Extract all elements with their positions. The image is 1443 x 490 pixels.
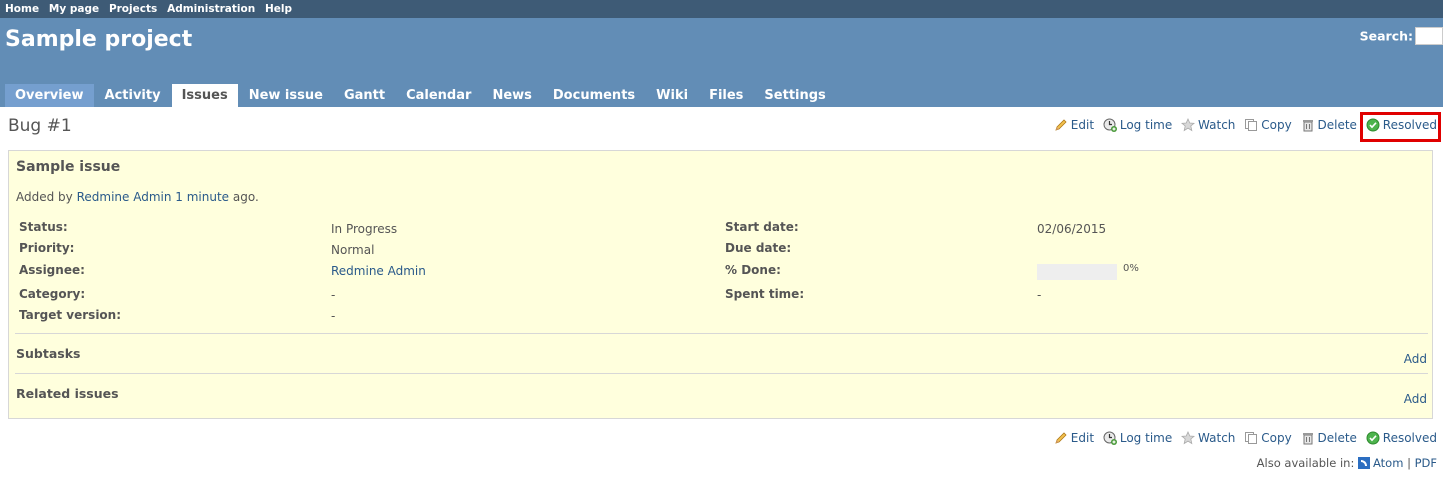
copy-icon xyxy=(1244,431,1258,445)
top-menu-administration[interactable]: Administration xyxy=(167,0,255,18)
edit-link[interactable]: Edit xyxy=(1054,431,1094,445)
atom-feed-icon xyxy=(1357,457,1370,469)
resolved-label: Resolved xyxy=(1382,430,1437,445)
top-menu-projects[interactable]: Projects xyxy=(109,0,157,18)
copy-link[interactable]: Copy xyxy=(1244,430,1292,445)
tab-issues[interactable]: Issues xyxy=(171,84,238,107)
age-link[interactable]: 1 minute xyxy=(175,190,229,204)
category-label: Category: xyxy=(19,287,86,301)
status-value: In Progress xyxy=(331,222,398,236)
spent-time-value: - xyxy=(1037,288,1042,302)
start-date-value: 02/06/2015 xyxy=(1037,222,1107,236)
assignee-label: Assignee: xyxy=(19,263,85,277)
time-add-icon xyxy=(1103,431,1117,445)
star-icon xyxy=(1181,430,1196,445)
due-date-label: Due date: xyxy=(725,241,792,255)
copy-label: Copy xyxy=(1261,430,1292,445)
done-ratio-progress-bar xyxy=(1037,264,1117,280)
tab-files[interactable]: Files xyxy=(699,84,753,107)
resolved-highlight-box xyxy=(1360,112,1441,142)
other-formats-prefix: Also available in: xyxy=(1256,456,1355,470)
priority-label: Priority: xyxy=(19,241,75,255)
tab-calendar[interactable]: Calendar xyxy=(396,84,481,107)
related-issues-title: Related issues xyxy=(16,386,119,401)
priority-value: Normal xyxy=(331,243,375,257)
tab-new-issue[interactable]: New issue xyxy=(239,84,333,107)
issue-heading: Bug #1 xyxy=(8,116,72,136)
author-prefix: Added by xyxy=(16,190,73,204)
header: Sample project Search: Overview Activity… xyxy=(0,18,1443,107)
search-label: Search: xyxy=(1359,28,1413,44)
edit-label: Edit xyxy=(1070,117,1095,132)
add-subtask-link[interactable]: Add xyxy=(1404,352,1427,366)
trash-icon xyxy=(1301,431,1315,445)
issue-subject: Sample issue xyxy=(16,159,121,175)
top-menu-help[interactable]: Help xyxy=(265,0,292,18)
resolved-link[interactable]: Resolved xyxy=(1366,431,1437,445)
age-suffix: ago. xyxy=(232,190,259,204)
log-time-link[interactable]: Log time xyxy=(1103,431,1172,445)
pencil-icon xyxy=(1054,431,1068,445)
tab-documents[interactable]: Documents xyxy=(543,84,645,107)
divider xyxy=(15,373,1428,374)
copy-icon xyxy=(1244,118,1258,132)
add-related-issue-link[interactable]: Add xyxy=(1404,392,1427,406)
done-ratio-label: % Done: xyxy=(725,263,781,277)
pencil-icon xyxy=(1054,118,1068,132)
watch-link[interactable]: Watch xyxy=(1181,118,1235,132)
status-label: Status: xyxy=(19,220,68,234)
top-menu: Home My page Projects Administration Hel… xyxy=(0,0,1443,18)
log-time-label: Log time xyxy=(1119,117,1173,132)
time-add-icon xyxy=(1103,118,1117,132)
watch-label: Watch xyxy=(1198,117,1236,132)
divider xyxy=(15,333,1428,334)
assignee-link[interactable]: Redmine Admin xyxy=(331,264,426,278)
target-version-value: - xyxy=(331,309,336,323)
author-link[interactable]: Redmine Admin xyxy=(77,190,172,204)
main-menu: Overview Activity Issues New issue Gantt… xyxy=(5,84,837,107)
check-circle-icon xyxy=(1366,431,1380,445)
watch-link[interactable]: Watch xyxy=(1181,431,1235,445)
watch-label: Watch xyxy=(1198,430,1236,445)
subtasks-title: Subtasks xyxy=(16,346,81,361)
target-version-label: Target version: xyxy=(19,308,122,322)
done-ratio-value: 0% xyxy=(1123,263,1139,274)
issue-actions-bottom: Edit Log time Watch Copy Delete Resolved xyxy=(1049,430,1437,445)
delete-link[interactable]: Delete xyxy=(1301,431,1357,445)
tab-news[interactable]: News xyxy=(482,84,541,107)
category-value: - xyxy=(331,288,336,302)
project-title: Sample project xyxy=(5,27,193,52)
delete-link[interactable]: Delete xyxy=(1301,118,1357,132)
star-icon xyxy=(1181,117,1196,132)
spent-time-label: Spent time: xyxy=(725,287,805,301)
log-time-link[interactable]: Log time xyxy=(1103,118,1172,132)
tab-wiki[interactable]: Wiki xyxy=(646,84,698,107)
delete-label: Delete xyxy=(1317,117,1357,132)
top-menu-my-page[interactable]: My page xyxy=(49,0,99,18)
tab-gantt[interactable]: Gantt xyxy=(334,84,395,107)
atom-link[interactable]: Atom xyxy=(1373,456,1403,470)
issue-author-line: Added by Redmine Admin 1 minute ago. xyxy=(16,190,259,204)
delete-label: Delete xyxy=(1317,430,1357,445)
format-separator: | xyxy=(1407,456,1411,470)
pdf-link[interactable]: PDF xyxy=(1415,456,1437,470)
tab-settings[interactable]: Settings xyxy=(754,84,835,107)
trash-icon xyxy=(1301,118,1315,132)
issue-details: Sample issue Added by Redmine Admin 1 mi… xyxy=(8,150,1433,419)
copy-link[interactable]: Copy xyxy=(1244,117,1292,132)
tab-overview[interactable]: Overview xyxy=(5,84,94,107)
tab-activity[interactable]: Activity xyxy=(95,84,171,107)
copy-label: Copy xyxy=(1261,117,1292,132)
top-menu-home[interactable]: Home xyxy=(5,0,39,18)
search-input[interactable] xyxy=(1415,27,1443,45)
edit-label: Edit xyxy=(1070,430,1095,445)
other-formats: Also available in: Atom | PDF xyxy=(1257,456,1437,470)
log-time-label: Log time xyxy=(1119,430,1173,445)
quick-search: Search: xyxy=(1360,27,1443,45)
edit-link[interactable]: Edit xyxy=(1054,118,1094,132)
start-date-label: Start date: xyxy=(725,220,799,234)
